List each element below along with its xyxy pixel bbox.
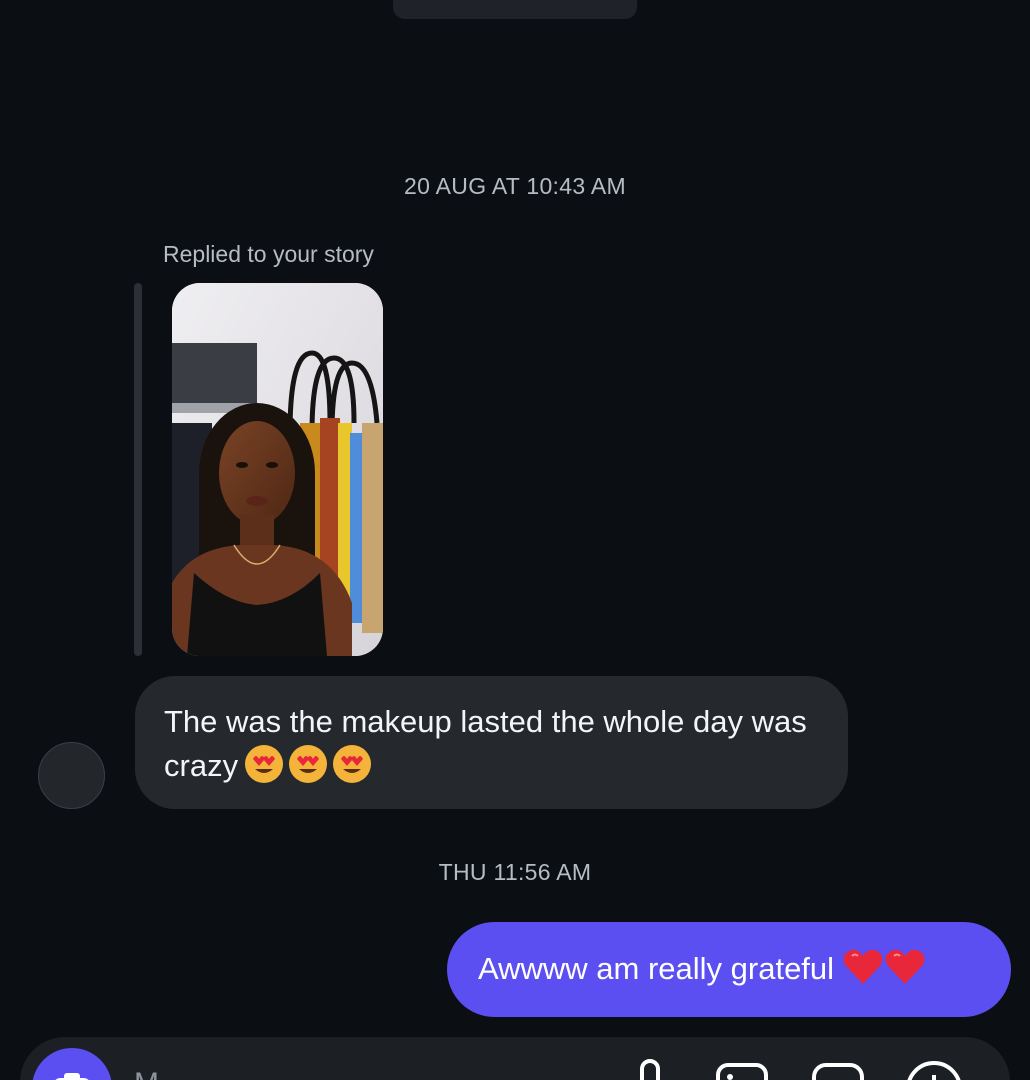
camera-icon (55, 1073, 89, 1080)
camera-button[interactable] (32, 1048, 112, 1080)
heart-eyes-emoji-icon (289, 745, 328, 783)
gallery-icon[interactable] (714, 1057, 770, 1080)
sender-avatar[interactable] (38, 742, 105, 809)
heart-eyes-emoji-group (244, 744, 376, 796)
reply-indicator-bar (134, 283, 142, 656)
red-heart-emoji-icon (885, 949, 925, 984)
incoming-message-bubble[interactable]: The was the makeup lasted the whole day … (135, 676, 848, 809)
message-composer: M (20, 1037, 1010, 1080)
message-timestamp: 20 AUG AT 10:43 AM (404, 173, 626, 199)
red-heart-emoji-group (842, 947, 926, 999)
message-timestamp: THU 11:56 AM (438, 859, 592, 885)
microphone-icon[interactable] (632, 1057, 668, 1080)
plus-circle-icon[interactable] (904, 1057, 964, 1080)
heart-eyes-emoji-icon (333, 745, 372, 783)
outgoing-message-bubble[interactable]: Awwww am really grateful (447, 922, 1011, 1017)
outgoing-message-content: Awwww am really grateful (478, 947, 926, 999)
message-input[interactable]: M (134, 1067, 159, 1080)
previous-content-pill[interactable] (393, 0, 637, 19)
outgoing-message-text: Awwww am really grateful (478, 951, 835, 986)
red-heart-emoji-icon (843, 949, 883, 984)
story-photo (172, 283, 383, 656)
chat-screen: 20 AUG AT 10:43 AM Replied to your story (0, 0, 1030, 1080)
heart-eyes-emoji-icon (245, 745, 284, 783)
sticker-icon[interactable] (810, 1057, 866, 1080)
reply-caption: Replied to your story (163, 241, 374, 267)
story-thumbnail[interactable] (172, 283, 383, 656)
incoming-message-content: The was the makeup lasted the whole day … (164, 700, 824, 796)
